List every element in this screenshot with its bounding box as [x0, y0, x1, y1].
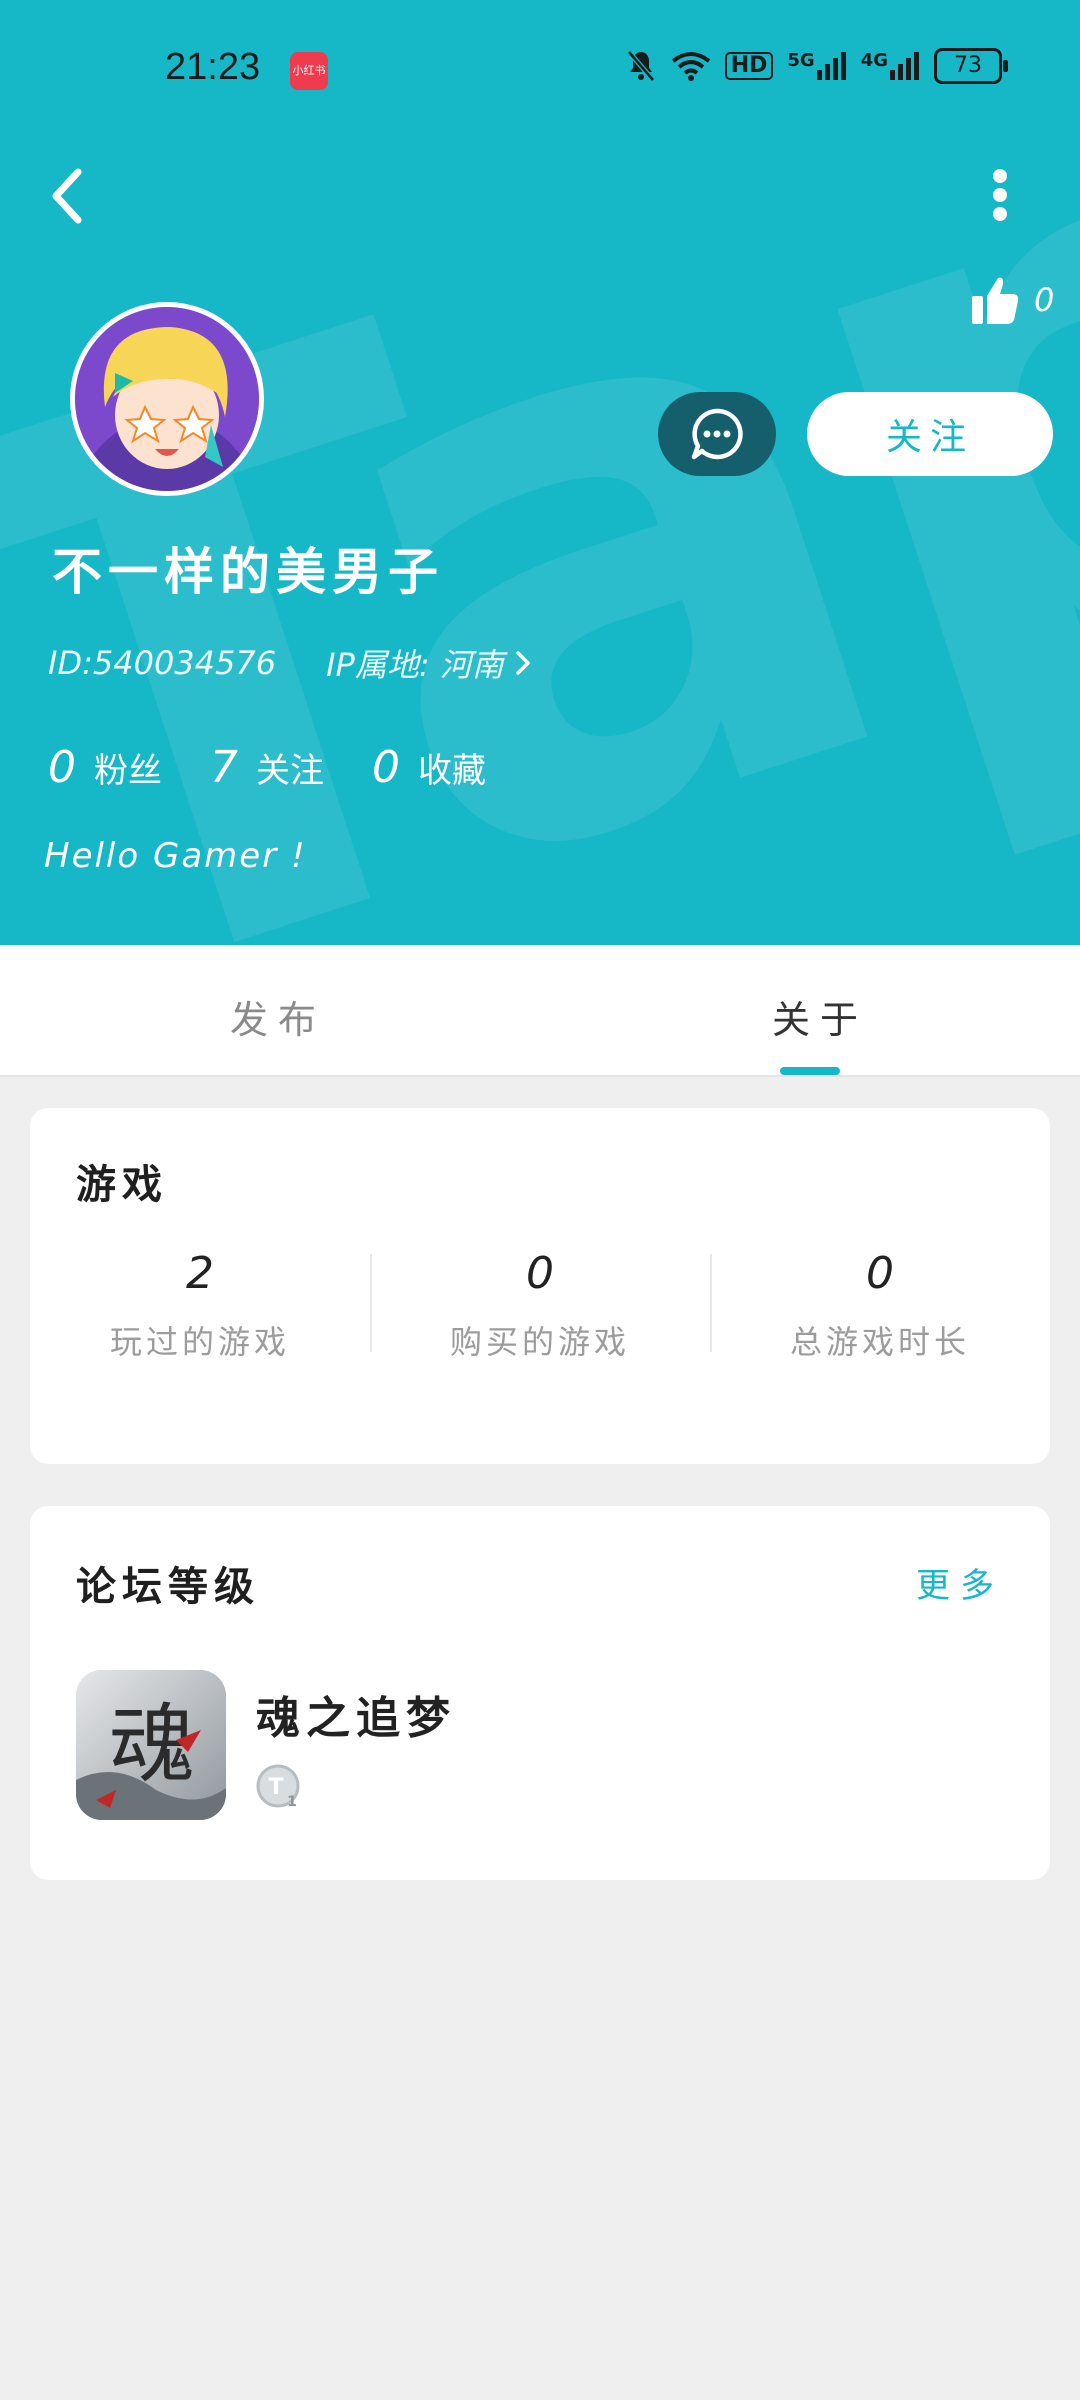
avatar-image — [75, 307, 259, 491]
tab-posts[interactable]: 发布 — [230, 989, 326, 1044]
ip-location-link[interactable]: IP属地: 河南 — [326, 640, 532, 686]
like-count: 0 — [1034, 281, 1055, 319]
active-tab-indicator — [780, 1067, 840, 1075]
status-time: 21:23 — [165, 46, 261, 88]
more-options-icon[interactable] — [980, 162, 1020, 228]
battery-icon: 73 — [934, 48, 1008, 84]
stat-fans[interactable]: 0 粉丝 — [48, 742, 162, 793]
profile-meta: ID:540034576 IP属地: 河南 — [48, 640, 532, 686]
user-id: ID:540034576 — [48, 644, 277, 682]
message-button[interactable] — [658, 392, 776, 476]
profile-stats: 0 粉丝 7 关注 0 收藏 — [48, 742, 486, 793]
chat-bubble-icon — [691, 408, 743, 460]
forum-name: 魂之追梦 — [256, 1693, 456, 1744]
bio: Hello Gamer ! — [44, 836, 307, 876]
forum-game-icon[interactable]: 魂 — [76, 1670, 226, 1820]
games-card-title: 游戏 — [76, 1162, 168, 1208]
ip-location: IP属地: 河南 — [326, 646, 504, 684]
stat-favorites[interactable]: 0 收藏 — [372, 742, 486, 793]
profile-tabs: 发布 关于 — [0, 945, 1080, 1077]
avatar[interactable] — [70, 302, 264, 496]
back-arrow-icon[interactable] — [44, 164, 92, 228]
status-bar: 21:23 小红书 HD 5G 4G 73 — [0, 0, 1080, 140]
svg-text:1: 1 — [287, 1794, 297, 1810]
wifi-icon — [671, 52, 710, 81]
stat-played-games[interactable]: 2 玩过的游戏 — [30, 1248, 370, 1368]
stat-total-playtime[interactable]: 0 总游戏时长 — [710, 1248, 1050, 1368]
like-group[interactable]: 0 — [970, 274, 1054, 326]
more-link[interactable]: 更多 — [916, 1558, 1004, 1607]
signal-4g-icon: 4G — [861, 52, 920, 80]
forum-card-title: 论坛等级 — [76, 1564, 260, 1610]
thumbs-up-icon[interactable] — [970, 274, 1020, 326]
svg-text:T: T — [268, 1775, 283, 1800]
chevron-right-icon — [516, 651, 530, 675]
level-badge-icon: T 1 — [256, 1764, 300, 1810]
game-stats: 2 玩过的游戏 0 购买的游戏 0 总游戏时长 — [30, 1248, 1050, 1368]
games-card: 游戏 2 玩过的游戏 0 购买的游戏 0 总游戏时长 — [30, 1108, 1050, 1464]
follow-button[interactable]: 关注 — [807, 392, 1053, 476]
hd-voice-badge: HD — [724, 52, 774, 80]
tab-about[interactable]: 关于 — [772, 989, 868, 1044]
stat-following[interactable]: 7 关注 — [210, 742, 324, 793]
forum-level-card: 论坛等级 更多 魂 魂之追梦 T 1 — [30, 1506, 1050, 1880]
username: 不一样的美男子 — [52, 543, 444, 601]
profile-header: Tap 21:23 小红书 HD 5G 4G 73 0 关注 不一样的美男子 I… — [0, 0, 1080, 945]
forum-game-image: 魂 — [76, 1670, 226, 1820]
xiaohongshu-app-icon: 小红书 — [290, 52, 328, 90]
signal-5g-icon: 5G — [787, 52, 846, 80]
stat-purchased-games[interactable]: 0 购买的游戏 — [370, 1248, 710, 1368]
status-icons: HD 5G 4G 73 — [625, 48, 1008, 84]
mute-bell-icon — [626, 50, 655, 82]
